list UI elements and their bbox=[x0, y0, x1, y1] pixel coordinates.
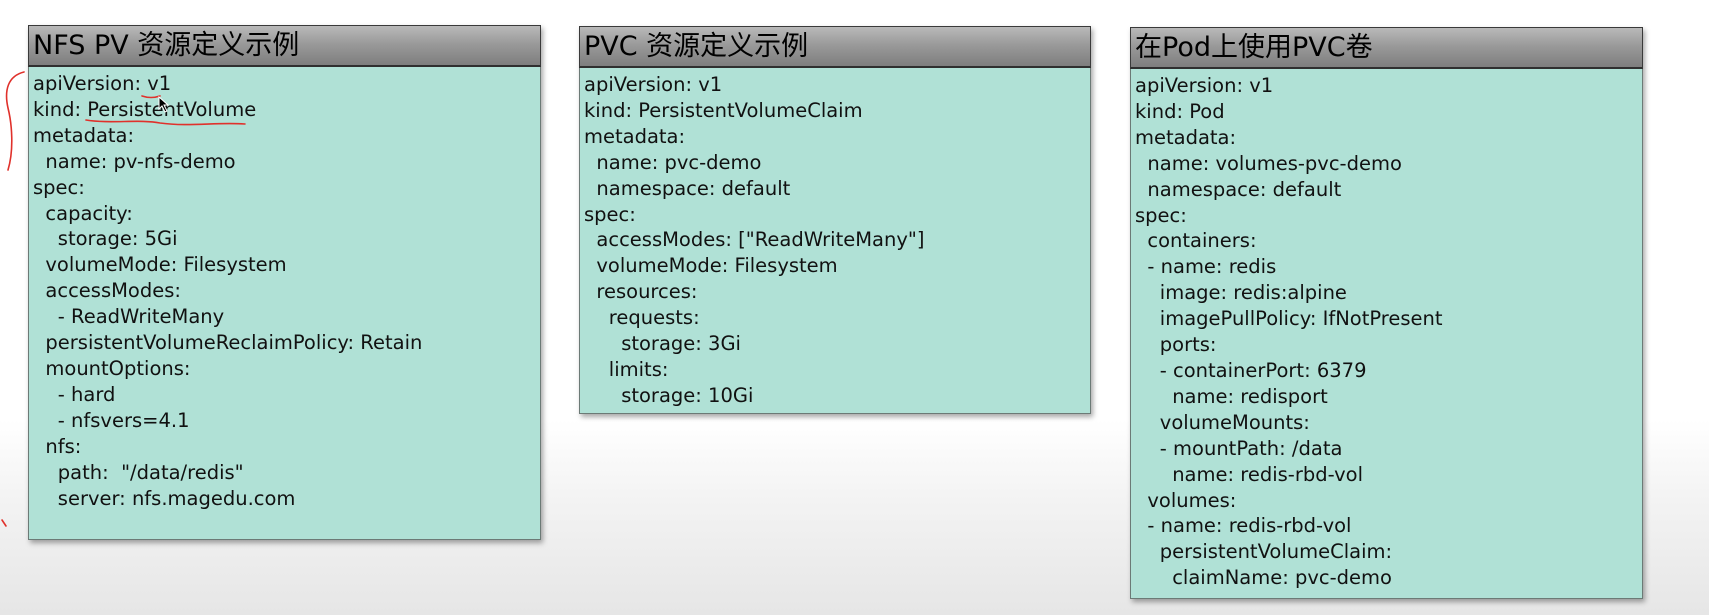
pv-panel: NFS PV 资源定义示例 apiVersion: v1 kind: Persi… bbox=[28, 25, 541, 540]
code-line: limits: bbox=[584, 357, 669, 381]
code-line: name: redis-rbd-vol bbox=[1135, 462, 1364, 486]
code-line: kind: Pod bbox=[1135, 99, 1225, 123]
code-line: storage: 3Gi bbox=[584, 332, 741, 356]
code-line: volumes: bbox=[1135, 488, 1237, 512]
code-line: - mountPath: /data bbox=[1135, 436, 1343, 460]
pv-panel-title: NFS PV 资源定义示例 bbox=[28, 25, 541, 67]
pv-code-block: apiVersion: v1 kind: PersistentVolume me… bbox=[28, 67, 541, 540]
code-line: server: nfs.magedu.com bbox=[33, 486, 296, 510]
annotation-bracket bbox=[5, 71, 25, 171]
code-line: namespace: default bbox=[584, 176, 791, 200]
code-line: kind: PersistentVolume bbox=[33, 97, 257, 121]
code-line: - ReadWriteMany bbox=[33, 305, 225, 329]
code-line: ports: bbox=[1135, 333, 1217, 357]
code-line: persistentVolumeReclaimPolicy: Retain bbox=[33, 331, 423, 355]
code-line: apiVersion: v1 bbox=[1135, 74, 1274, 97]
code-line: - hard bbox=[33, 382, 116, 406]
code-line: nfs: bbox=[33, 434, 82, 458]
pvc-code-block: apiVersion: v1 kind: PersistentVolumeCla… bbox=[579, 68, 1091, 414]
code-line: - nfsvers=4.1 bbox=[33, 408, 190, 432]
code-line: spec: bbox=[1135, 203, 1187, 227]
code-line: - name: redis bbox=[1135, 255, 1277, 279]
code-line: image: redis:alpine bbox=[1135, 281, 1347, 305]
code-line: persistentVolumeClaim: bbox=[1135, 540, 1393, 564]
code-line: spec: bbox=[33, 175, 85, 199]
code-line: metadata: bbox=[33, 123, 135, 147]
code-line: accessModes: ["ReadWriteMany"] bbox=[584, 228, 925, 252]
code-line: - containerPort: 6379 bbox=[1135, 358, 1367, 382]
code-line: storage: 10Gi bbox=[584, 383, 754, 407]
code-line: name: pvc-demo bbox=[584, 150, 762, 174]
code-line: containers: bbox=[1135, 229, 1257, 253]
code-line: storage: 5Gi bbox=[33, 227, 178, 251]
code-line: resources: bbox=[584, 280, 698, 304]
code-line: - name: redis-rbd-vol bbox=[1135, 514, 1352, 538]
code-line: apiVersion: v1 bbox=[33, 72, 172, 95]
code-line: imagePullPolicy: IfNotPresent bbox=[1135, 307, 1443, 331]
code-line: path: "/data/redis" bbox=[33, 460, 244, 484]
code-line: name: redisport bbox=[1135, 384, 1328, 408]
code-line: spec: bbox=[584, 202, 636, 226]
code-line: mountOptions: bbox=[33, 356, 191, 380]
code-line: requests: bbox=[584, 306, 700, 330]
pvc-panel: PVC 资源定义示例 apiVersion: v1 kind: Persiste… bbox=[579, 26, 1091, 414]
code-line: volumeMode: Filesystem bbox=[584, 254, 838, 278]
pod-panel: 在Pod上使用PVC卷 apiVersion: v1 kind: Pod met… bbox=[1130, 27, 1643, 599]
code-line: accessModes: bbox=[33, 279, 181, 303]
pvc-panel-title: PVC 资源定义示例 bbox=[579, 26, 1091, 68]
code-line: apiVersion: v1 bbox=[584, 73, 723, 96]
code-line: metadata: bbox=[1135, 125, 1237, 149]
code-line: kind: PersistentVolumeClaim bbox=[584, 98, 863, 122]
code-line: volumeMode: Filesystem bbox=[33, 253, 287, 277]
code-line: name: pv-nfs-demo bbox=[33, 149, 236, 173]
code-line: metadata: bbox=[584, 124, 686, 148]
code-line: namespace: default bbox=[1135, 177, 1342, 201]
code-line: name: volumes-pvc-demo bbox=[1135, 151, 1402, 175]
code-line: volumeMounts: bbox=[1135, 410, 1310, 434]
annotation-tick bbox=[1, 519, 7, 527]
code-line: claimName: pvc-demo bbox=[1135, 566, 1392, 590]
code-line: capacity: bbox=[33, 201, 133, 225]
pod-code-block: apiVersion: v1 kind: Pod metadata: name:… bbox=[1130, 69, 1643, 599]
pod-panel-title: 在Pod上使用PVC卷 bbox=[1130, 27, 1643, 69]
